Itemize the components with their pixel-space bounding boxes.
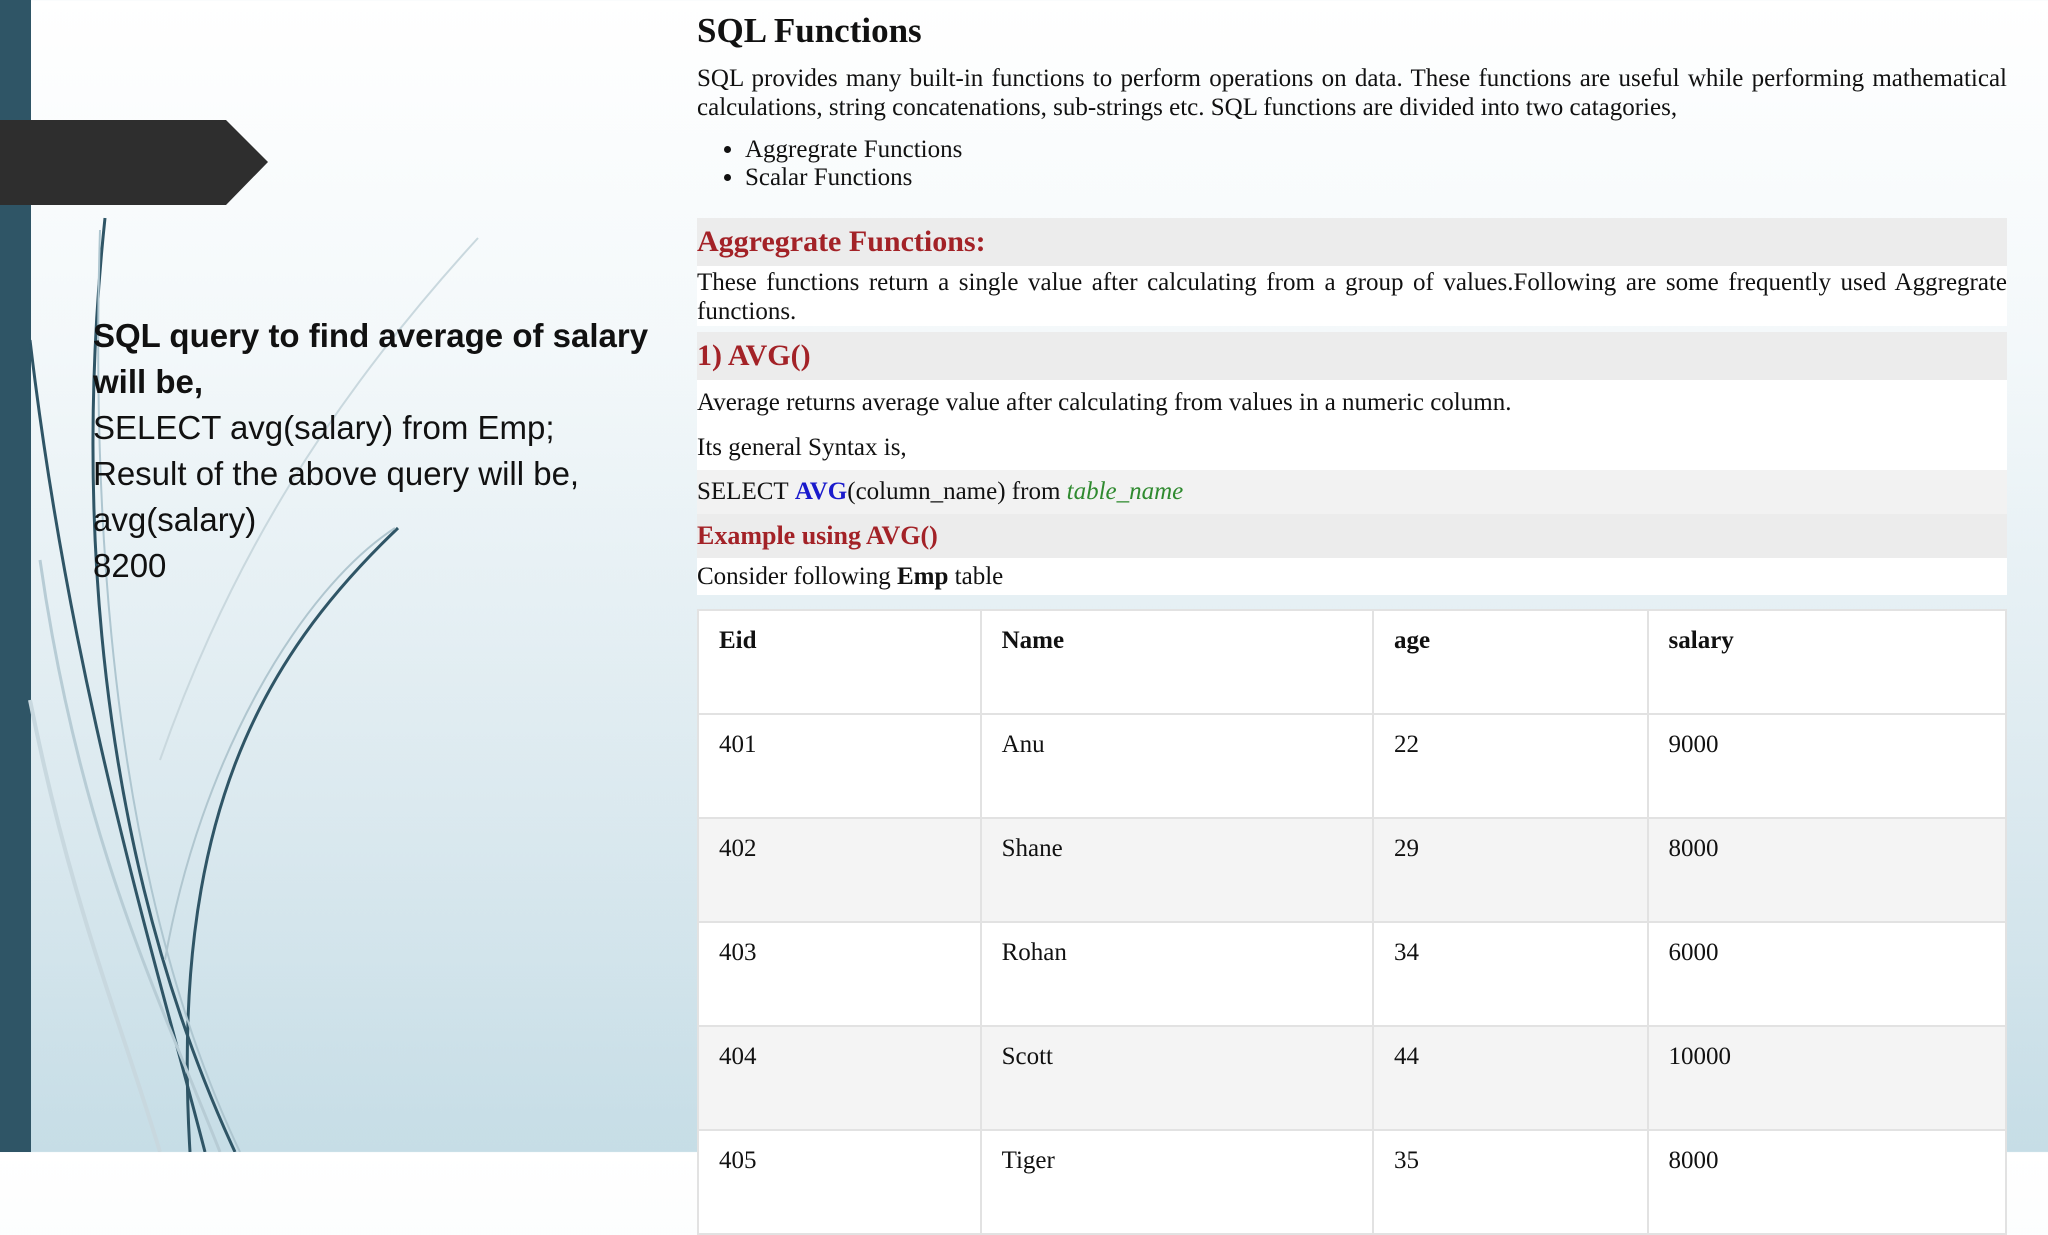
result-value: 8200 (93, 547, 167, 584)
table-row: 405 Tiger 35 8000 (697, 1129, 2008, 1235)
cell-eid: 402 (697, 817, 982, 923)
intro-paragraph: SQL provides many built-in functions to … (697, 65, 2007, 121)
table-row: 401 Anu 22 9000 (697, 713, 2008, 819)
avg-heading: 1) AVG() (697, 339, 811, 372)
cell-age: 34 (1371, 921, 1649, 1027)
document-title: SQL Functions (697, 11, 922, 50)
avg-heading-band: 1) AVG() (697, 332, 2007, 380)
cell-salary: 9000 (1646, 713, 2008, 819)
table-row: 404 Scott 44 10000 (697, 1025, 2008, 1131)
table-row: 403 Rohan 34 6000 (697, 921, 2008, 1027)
cell-eid: 405 (697, 1129, 982, 1235)
aggregate-heading: Aggregrate Functions: (697, 225, 986, 258)
cell-salary: 10000 (1646, 1025, 2008, 1131)
result-column-name: avg(salary) (93, 501, 257, 538)
table-header-row: Eid Name age salary (697, 609, 2008, 715)
cell-salary: 8000 (1646, 1129, 2008, 1235)
syntax-select: SELECT (697, 478, 789, 505)
syntax-table: table_name (1066, 478, 1184, 505)
header-age: age (1371, 609, 1649, 715)
consider-after: table (954, 563, 1004, 590)
consider-line: Consider following Emp table (697, 558, 2007, 595)
aggregate-description: These functions return a single value af… (697, 266, 2007, 326)
cell-name: Scott (979, 1025, 1374, 1131)
query-text: SELECT avg(salary) from Emp; (93, 409, 555, 446)
example-heading-band: Example using AVG() (697, 514, 2007, 558)
cell-age: 35 (1371, 1129, 1649, 1235)
syntax-line: SELECT AVG (column_name) from table_name (697, 470, 2007, 514)
consider-before: Consider following (697, 563, 891, 590)
table-row: 402 Shane 29 8000 (697, 817, 2008, 923)
cell-name: Shane (979, 817, 1374, 923)
cell-eid: 401 (697, 713, 982, 819)
cell-eid: 403 (697, 921, 982, 1027)
cell-eid: 404 (697, 1025, 982, 1131)
cell-age: 22 (1371, 713, 1649, 819)
list-item: Scalar Functions (745, 164, 2007, 192)
header-salary: salary (1646, 609, 2008, 715)
cell-age: 29 (1371, 817, 1649, 923)
consider-table-name: Emp (897, 563, 949, 590)
header-eid: Eid (697, 609, 982, 715)
aggregate-heading-band: Aggregrate Functions: (697, 218, 2007, 266)
syntax-args: (column_name) from (847, 478, 1061, 505)
example-heading: Example using AVG() (697, 521, 938, 550)
syntax-label: Its general Syntax is, (697, 425, 2007, 470)
cell-name: Anu (979, 713, 1374, 819)
emp-table: Eid Name age salary 401 Anu 22 9000 402 … (697, 609, 2008, 1235)
list-item: Aggregrate Functions (745, 136, 2007, 164)
cell-name: Rohan (979, 921, 1374, 1027)
avg-description: Average returns average value after calc… (697, 380, 2007, 425)
result-caption: Result of the above query will be, (93, 455, 580, 492)
cell-salary: 8000 (1646, 817, 2008, 923)
header-name: Name (979, 609, 1374, 715)
cell-name: Tiger (979, 1129, 1374, 1235)
category-list: Aggregrate Functions Scalar Functions (697, 136, 2007, 192)
cell-age: 44 (1371, 1025, 1649, 1131)
syntax-function: AVG (794, 478, 848, 505)
cell-salary: 6000 (1646, 921, 2008, 1027)
query-heading: SQL query to find average of salary will… (93, 317, 649, 400)
document-panel: SQL Functions SQL provides many built-in… (697, 0, 2008, 1235)
left-text-block: SQL query to find average of salary will… (93, 313, 663, 589)
